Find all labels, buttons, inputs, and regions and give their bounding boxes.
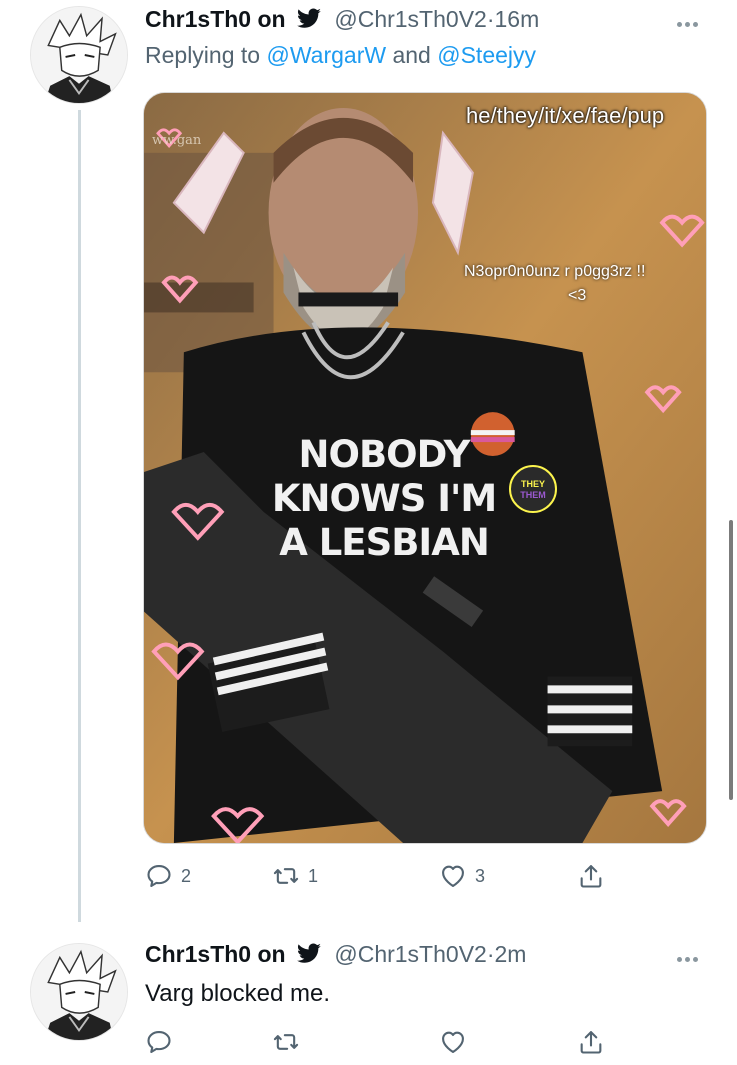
separator-dot: · <box>486 6 495 32</box>
more-dots-icon[interactable] <box>677 14 707 27</box>
shirt-line: A LESBIAN <box>279 521 490 564</box>
reply-icon <box>147 865 171 887</box>
heart-icon <box>442 865 464 887</box>
display-name[interactable]: Chr1sTh0 on <box>145 6 286 32</box>
replying-to-line: Replying to @WargarW and @Steejyy <box>145 42 536 69</box>
pronoun-badge: THEY THEM <box>509 465 557 513</box>
separator-dot: · <box>486 941 495 967</box>
watermark-text: ww.gan <box>152 133 202 148</box>
retweet-button[interactable]: 1 <box>272 862 318 890</box>
tweet-text: Varg blocked me. <box>145 980 330 1007</box>
reply-button[interactable]: 2 <box>145 862 191 890</box>
handle[interactable]: @Chr1sTh0V2 <box>334 6 486 32</box>
heart-icon <box>442 1031 464 1053</box>
twitter-bird-icon <box>296 943 321 963</box>
avatar[interactable] <box>30 6 128 104</box>
shirt-slogan: NOBODY KNOWS I'M A LESBIAN <box>264 433 504 565</box>
tweet-header: Chr1sTh0 on @Chr1sTh0V2·2m <box>145 941 526 968</box>
handle[interactable]: @Chr1sTh0V2 <box>334 941 486 967</box>
share-icon <box>580 1031 602 1054</box>
timestamp[interactable]: 2m <box>495 941 527 967</box>
retweet-button[interactable] <box>272 1028 308 1056</box>
like-count: 3 <box>475 865 486 886</box>
like-button[interactable]: 3 <box>439 862 485 890</box>
retweet-icon <box>273 1034 299 1050</box>
tweet-second[interactable]: Chr1sTh0 on @Chr1sTh0V2·2m Varg blocked … <box>0 925 737 1065</box>
share-button[interactable] <box>577 1028 605 1056</box>
retweet-icon <box>273 868 299 884</box>
thread-connector-line <box>78 110 81 922</box>
twitter-bird-icon <box>296 8 321 28</box>
and-label: and <box>392 42 431 68</box>
tweet-actions <box>145 1028 615 1058</box>
more-dots-icon[interactable] <box>677 949 707 962</box>
avatar[interactable] <box>30 943 128 1041</box>
mention-link[interactable]: @Steejyy <box>437 42 536 68</box>
like-button[interactable] <box>439 1028 475 1056</box>
mention-link[interactable]: @WargarW <box>266 42 386 68</box>
retweet-count: 1 <box>308 865 319 886</box>
reply-icon <box>147 1031 171 1053</box>
shirt-line: KNOWS I'M <box>271 477 497 520</box>
tweet-actions: 2 1 3 <box>145 862 615 892</box>
reply-count: 2 <box>181 865 192 886</box>
heart-caption: <3 <box>568 287 587 304</box>
neopronouns-caption: N3opr0n0unz r p0gg3rz !! <box>464 263 646 280</box>
shirt-line: NOBODY <box>298 433 471 476</box>
pronouns-caption: he/they/it/xe/fae/pup <box>466 103 665 128</box>
badge-top-text: THEY <box>520 479 545 489</box>
share-button[interactable] <box>577 862 605 890</box>
scrollbar[interactable] <box>729 520 733 800</box>
tweet-header: Chr1sTh0 on @Chr1sTh0V2·16m <box>145 6 539 33</box>
share-icon <box>580 865 602 888</box>
display-name[interactable]: Chr1sTh0 on <box>145 941 286 967</box>
badge-bottom-text: THEM <box>520 490 546 500</box>
reply-button[interactable] <box>145 1028 181 1056</box>
tweet-first[interactable]: Chr1sTh0 on @Chr1sTh0V2·16m Replying to … <box>0 0 737 925</box>
tweet-image[interactable]: ww.gan he/they/it/xe/fae/pup N3opr0n0unz… <box>143 92 707 844</box>
timestamp[interactable]: 16m <box>495 6 540 32</box>
replying-to-label: Replying to <box>145 42 261 68</box>
